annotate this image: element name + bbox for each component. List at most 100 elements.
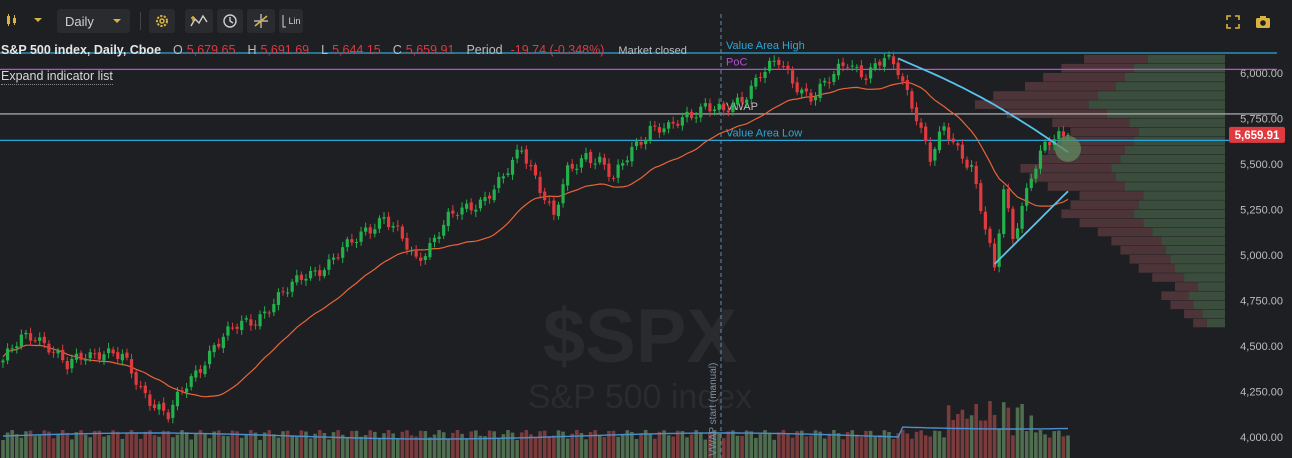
volume-bar (634, 439, 639, 458)
candle-body (258, 314, 262, 327)
volume-bar (451, 432, 455, 458)
candle-body (896, 62, 900, 75)
candle-body (960, 144, 965, 159)
volume-bar (102, 436, 106, 458)
y-tick-label: 5,500.00 (1240, 159, 1283, 171)
volume-bar (597, 434, 602, 458)
volume-bar (120, 438, 125, 458)
candle-body (322, 270, 326, 277)
candle-body (800, 89, 804, 94)
volume-bar (726, 431, 731, 458)
candle-body (928, 142, 932, 162)
candle-body (102, 354, 106, 361)
candle-body (230, 327, 235, 329)
candle-body (373, 229, 377, 234)
open-label: O (173, 43, 183, 57)
volume-bar (377, 438, 382, 458)
candle-body (859, 65, 864, 78)
volume-bar (414, 436, 418, 458)
volume-bar (579, 433, 584, 458)
high-label: H (247, 43, 257, 57)
candle-body (529, 165, 533, 167)
candle-body (616, 164, 620, 178)
volume-profile-down-bin (1161, 291, 1189, 300)
candle-body (607, 163, 611, 177)
volume-bar (1015, 407, 1020, 458)
candle-body (887, 54, 891, 57)
candle-body (621, 163, 625, 166)
volume-bar (129, 430, 134, 458)
volume-bar (391, 433, 395, 458)
candle-body (88, 352, 92, 359)
candle-body (354, 241, 359, 243)
symbol-name: S&P 500 index, Daily, Cboe (1, 43, 162, 57)
volume-bar (446, 439, 451, 458)
candle-body (382, 217, 386, 219)
candle-body (740, 96, 744, 103)
y-tick-label: 6,000.00 (1240, 68, 1283, 80)
volume-bar (235, 431, 239, 458)
volume-bar (891, 439, 896, 458)
candle-body (910, 91, 914, 109)
volume-bar (308, 438, 313, 458)
candle-body (111, 349, 115, 354)
volume-profile-up-bin (1097, 91, 1225, 100)
volume-bar (960, 409, 965, 458)
expand-indicator-list-link[interactable]: Expand indicator list (1, 69, 113, 85)
volume-bar (882, 430, 887, 458)
candle-body (749, 85, 753, 99)
volume-bar (111, 430, 115, 458)
y-tick-label: 5,250.00 (1240, 205, 1283, 217)
candle-body (290, 281, 294, 292)
volume-bar (648, 433, 653, 458)
volume-bar (262, 432, 267, 458)
volume-bar (593, 430, 597, 458)
volume-bar (776, 432, 781, 458)
candle-body (157, 404, 161, 410)
candle-body (396, 225, 400, 227)
volume-bar (336, 430, 340, 458)
candle-body (28, 333, 33, 341)
candle-body (42, 336, 46, 344)
volume-bar (152, 435, 157, 458)
volume-bar (354, 430, 359, 458)
volume-bar (735, 435, 740, 458)
candle-body (134, 372, 138, 385)
volume-bar (974, 403, 978, 458)
candle-body (327, 259, 331, 270)
volume-bar (37, 435, 42, 458)
candle-body (864, 78, 868, 80)
volume-bar (143, 431, 148, 458)
candle-body (763, 71, 767, 78)
volume-bar (744, 430, 749, 458)
volume-bar (933, 430, 937, 458)
candle-body (827, 82, 831, 84)
candle-body (437, 236, 441, 239)
candle-body (956, 143, 960, 146)
candle-body (823, 80, 827, 83)
volume-bar (437, 430, 441, 458)
candle-body (483, 197, 487, 201)
price-chart[interactable]: $SPX S&P 500 index Value Area HighPoCVWA… (0, 0, 1292, 458)
candle-body (786, 65, 790, 70)
volume-bar (818, 431, 822, 458)
volume-bar (616, 436, 620, 458)
volume-bar (978, 420, 983, 458)
candle-body (97, 352, 102, 360)
volume-bar (680, 431, 685, 458)
volume-bar (639, 433, 643, 458)
candle-body (754, 77, 758, 87)
candle-body (506, 173, 510, 175)
volume-profile-down-bin (1193, 318, 1207, 328)
volume-bar (194, 432, 198, 458)
candle-body (419, 257, 423, 261)
volume-bar (620, 435, 625, 458)
volume-profile-up-bin (1134, 209, 1225, 219)
candle-body (84, 359, 88, 361)
volume-profile-down-bin (975, 100, 1089, 109)
volume-profile-down-bin (1047, 182, 1125, 191)
level-label: Value Area Low (726, 127, 802, 139)
candle-body (667, 122, 671, 129)
candle-body (781, 65, 785, 67)
volume-bar (203, 433, 207, 458)
